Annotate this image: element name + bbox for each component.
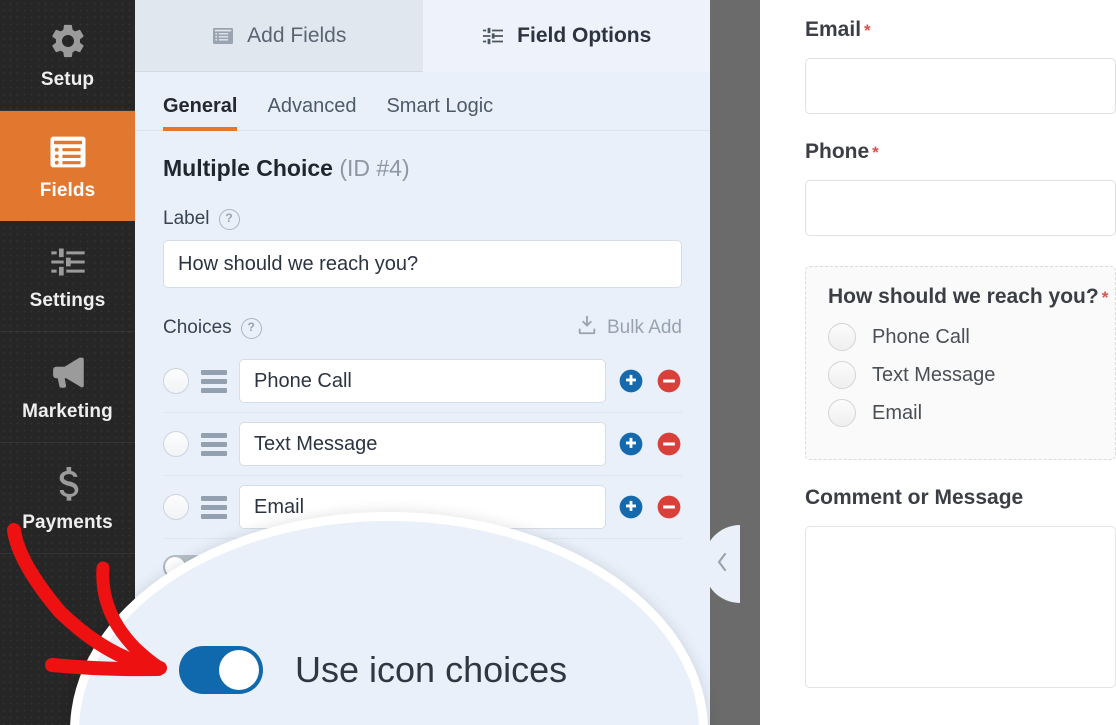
- label-heading-text: Label: [163, 208, 210, 230]
- choices-heading-wrap: Choices ?: [163, 317, 262, 339]
- help-icon[interactable]: ?: [219, 209, 240, 230]
- preview-label-text: Phone: [805, 140, 869, 163]
- preview-message-textarea[interactable]: [805, 526, 1116, 688]
- field-label-input[interactable]: [163, 240, 682, 288]
- panel-divider: [710, 0, 760, 725]
- radio-icon[interactable]: [828, 399, 856, 427]
- sidebar-item-marketing[interactable]: Marketing: [0, 332, 135, 443]
- tab-add-fields[interactable]: Add Fields: [135, 0, 423, 72]
- preview-multiple-choice-field[interactable]: How should we reach you?* Phone Call Tex…: [805, 266, 1116, 460]
- subtab-label: Advanced: [267, 95, 356, 117]
- sliders-icon: [481, 24, 505, 48]
- choice-label-input[interactable]: [239, 359, 606, 403]
- label-section-heading: Label ?: [163, 208, 682, 230]
- choices-list: [163, 350, 682, 539]
- preview-choice-option[interactable]: Email: [828, 399, 1115, 427]
- circle-minus-icon[interactable]: [656, 494, 682, 520]
- choice-row: [163, 350, 682, 413]
- main-sidebar: Setup Fields Settings Marketing Payments: [0, 0, 135, 725]
- form-icon: [47, 131, 89, 173]
- preview-choice-option[interactable]: Text Message: [828, 361, 1115, 389]
- dollar-icon: [48, 463, 88, 505]
- drag-handle-icon[interactable]: [201, 433, 227, 456]
- sidebar-item-label: Marketing: [22, 401, 113, 423]
- field-type-name: Multiple Choice: [163, 155, 333, 181]
- subtab-advanced[interactable]: Advanced: [267, 95, 356, 130]
- choices-heading-text: Choices: [163, 317, 232, 339]
- subtab-smart-logic[interactable]: Smart Logic: [386, 95, 493, 130]
- choice-row: [163, 413, 682, 476]
- sidebar-item-label: Setup: [41, 69, 94, 91]
- radio-icon[interactable]: [828, 361, 856, 389]
- preview-field-label: Phone*: [805, 140, 1116, 164]
- preview-choice-label: Email: [872, 402, 922, 425]
- preview-choice-label: Text Message: [872, 364, 995, 387]
- choice-default-radio[interactable]: [163, 431, 189, 457]
- radio-icon[interactable]: [828, 323, 856, 351]
- subtab-general[interactable]: General: [163, 95, 237, 130]
- bulk-add-label: Bulk Add: [607, 317, 682, 339]
- circle-minus-icon[interactable]: [656, 368, 682, 394]
- use-icon-choices-row: Use icon choices: [179, 646, 567, 694]
- preview-field-label: Email*: [805, 18, 1116, 42]
- choice-default-radio[interactable]: [163, 494, 189, 520]
- choice-label-input[interactable]: [239, 422, 606, 466]
- sidebar-item-payments[interactable]: Payments: [0, 443, 135, 554]
- drag-handle-icon[interactable]: [201, 496, 227, 519]
- wpforms-form-builder: Setup Fields Settings Marketing Payments: [0, 0, 1116, 725]
- circle-minus-icon[interactable]: [656, 431, 682, 457]
- bulk-add-button[interactable]: Bulk Add: [576, 314, 682, 342]
- subtab-label: Smart Logic: [386, 95, 493, 117]
- preview-field-label: How should we reach you?*: [828, 285, 1115, 309]
- import-download-icon: [576, 314, 598, 342]
- preview-phone-input[interactable]: [805, 180, 1116, 236]
- choice-default-radio[interactable]: [163, 368, 189, 394]
- megaphone-icon: [47, 352, 89, 394]
- circle-plus-icon[interactable]: [618, 494, 644, 520]
- drag-handle-icon[interactable]: [201, 370, 227, 393]
- help-icon[interactable]: ?: [241, 318, 262, 339]
- sidebar-item-settings[interactable]: Settings: [0, 221, 135, 332]
- chevron-left-icon: [713, 549, 731, 580]
- field-id: (ID #4): [339, 155, 409, 181]
- required-indicator: *: [1102, 288, 1109, 307]
- use-icon-choices-label: Use icon choices: [295, 649, 567, 691]
- panel-tab-bar: Add Fields Field Options: [135, 0, 710, 72]
- choices-section-heading: Choices ? Bulk Add: [163, 314, 682, 342]
- gear-icon: [48, 20, 88, 62]
- options-subtab-bar: General Advanced Smart Logic: [135, 72, 710, 131]
- tab-label: Field Options: [517, 24, 651, 48]
- preview-choice-label: Phone Call: [872, 326, 970, 349]
- sidebar-item-label: Payments: [22, 512, 113, 534]
- preview-label-text: Comment or Message: [805, 486, 1023, 509]
- circle-plus-icon[interactable]: [618, 368, 644, 394]
- page-title: Multiple Choice (ID #4): [163, 155, 682, 182]
- sliders-icon: [48, 241, 88, 283]
- sidebar-item-setup[interactable]: Setup: [0, 0, 135, 111]
- tab-label: Add Fields: [247, 24, 346, 48]
- preview-label-text: How should we reach you?: [828, 285, 1099, 308]
- sidebar-item-label: Settings: [30, 290, 106, 312]
- sidebar-item-label: Fields: [40, 180, 96, 202]
- sidebar-item-fields[interactable]: Fields: [0, 111, 135, 221]
- preview-label-text: Email: [805, 18, 861, 41]
- preview-field-label: Comment or Message: [805, 486, 1116, 510]
- preview-email-input[interactable]: [805, 58, 1116, 114]
- form-list-icon: [211, 24, 235, 48]
- circle-plus-icon[interactable]: [618, 431, 644, 457]
- form-preview: Email* Phone* How should we reach you?* …: [760, 0, 1116, 725]
- required-indicator: *: [872, 143, 879, 162]
- preview-choice-option[interactable]: Phone Call: [828, 323, 1115, 351]
- use-icon-choices-toggle[interactable]: [179, 646, 263, 694]
- subtab-label: General: [163, 95, 237, 117]
- tab-field-options[interactable]: Field Options: [423, 0, 711, 72]
- required-indicator: *: [864, 21, 871, 40]
